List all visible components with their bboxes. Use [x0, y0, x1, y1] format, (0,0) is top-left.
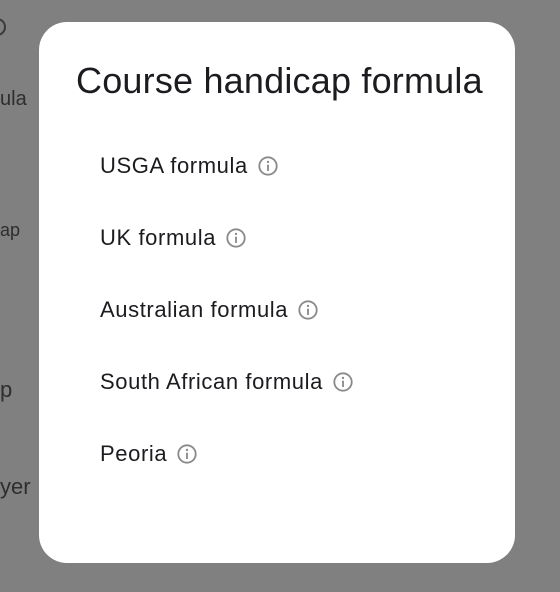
dialog-title: Course handicap formula — [76, 60, 483, 101]
option-label: USGA formula — [100, 153, 248, 178]
info-icon[interactable] — [296, 298, 320, 322]
option-label: Australian formula — [100, 297, 289, 322]
info-icon[interactable] — [224, 226, 248, 250]
formula-option-list: USGA formula UK formula Australian formu… — [39, 130, 515, 490]
option-peoria[interactable]: Peoria — [39, 418, 515, 490]
background-text-fragment: yer — [0, 474, 31, 499]
background-text-fragment: ula — [0, 88, 27, 110]
option-south-african-formula[interactable]: South African formula — [39, 346, 515, 418]
background-text-fragment: ap — [0, 220, 21, 240]
option-label: UK formula — [100, 225, 217, 250]
background-info-icon — [0, 18, 6, 36]
option-uk-formula[interactable]: UK formula — [39, 202, 515, 274]
formula-dialog: Course handicap formula USGA formula UK … — [39, 22, 515, 563]
info-icon[interactable] — [175, 442, 199, 466]
option-australian-formula[interactable]: Australian formula — [39, 274, 515, 346]
info-icon[interactable] — [331, 370, 355, 394]
option-label: South African formula — [100, 369, 323, 394]
option-usga-formula[interactable]: USGA formula — [39, 130, 515, 202]
info-icon[interactable] — [256, 154, 280, 178]
option-label: Peoria — [100, 441, 168, 466]
background-text-fragment: p — [0, 377, 13, 402]
